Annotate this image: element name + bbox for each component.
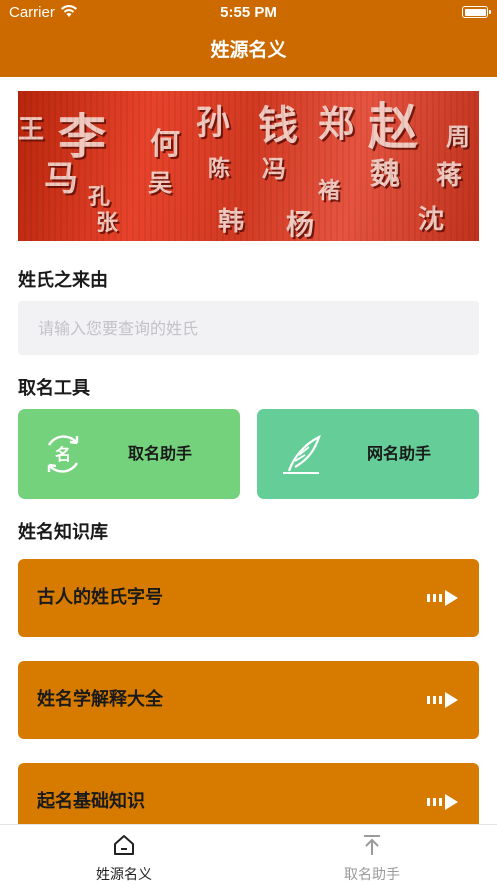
nav-bar: 姓源名义 <box>0 28 497 77</box>
naming-assistant-card[interactable]: 名 取名助手 <box>18 409 240 499</box>
clock-time: 5:55 PM <box>220 4 277 21</box>
surname-banner-image: 李 何 孙 钱 郑 赵 周 马 吴 陈 孔 冯 魏 褚 蒋 沈 韩 杨 张 王 <box>18 91 479 241</box>
arrow-right-icon <box>427 692 458 708</box>
tools-section-title: 取名工具 <box>18 378 90 399</box>
battery-icon <box>462 6 491 18</box>
origin-section-title: 姓氏之来由 <box>18 270 108 291</box>
kb-item-label: 姓名学解释大全 <box>37 689 163 710</box>
upload-icon <box>364 835 380 855</box>
nickname-assistant-card[interactable]: 网名助手 <box>257 409 479 499</box>
kb-item-ancient-names[interactable]: 古人的姓氏字号 <box>18 559 479 637</box>
arrow-right-icon <box>427 794 458 810</box>
svg-text:名: 名 <box>55 445 71 464</box>
tab-home-label: 姓源名义 <box>96 867 152 883</box>
feather-icon <box>283 434 321 474</box>
tab-naming-assistant[interactable]: 取名助手 <box>248 825 496 884</box>
name-refresh-icon: 名 <box>47 435 79 473</box>
tab-bar: 姓源名义 取名助手 <box>0 824 497 884</box>
tab-home[interactable]: 姓源名义 <box>0 825 248 884</box>
nickname-assistant-label: 网名助手 <box>367 444 432 463</box>
kb-item-onomastics[interactable]: 姓名学解释大全 <box>18 661 479 739</box>
naming-assistant-label: 取名助手 <box>128 444 193 463</box>
status-bar: Carrier 5:55 PM <box>0 0 497 28</box>
arrow-right-icon <box>427 590 458 606</box>
surname-search-input[interactable] <box>18 301 479 355</box>
home-icon <box>114 835 134 855</box>
tab-naming-assistant-label: 取名助手 <box>344 867 400 883</box>
kb-item-label: 古人的姓氏字号 <box>37 587 163 608</box>
kb-section-title: 姓名知识库 <box>18 522 108 543</box>
banner-texture <box>18 91 479 241</box>
page-title: 姓源名义 <box>210 39 287 61</box>
